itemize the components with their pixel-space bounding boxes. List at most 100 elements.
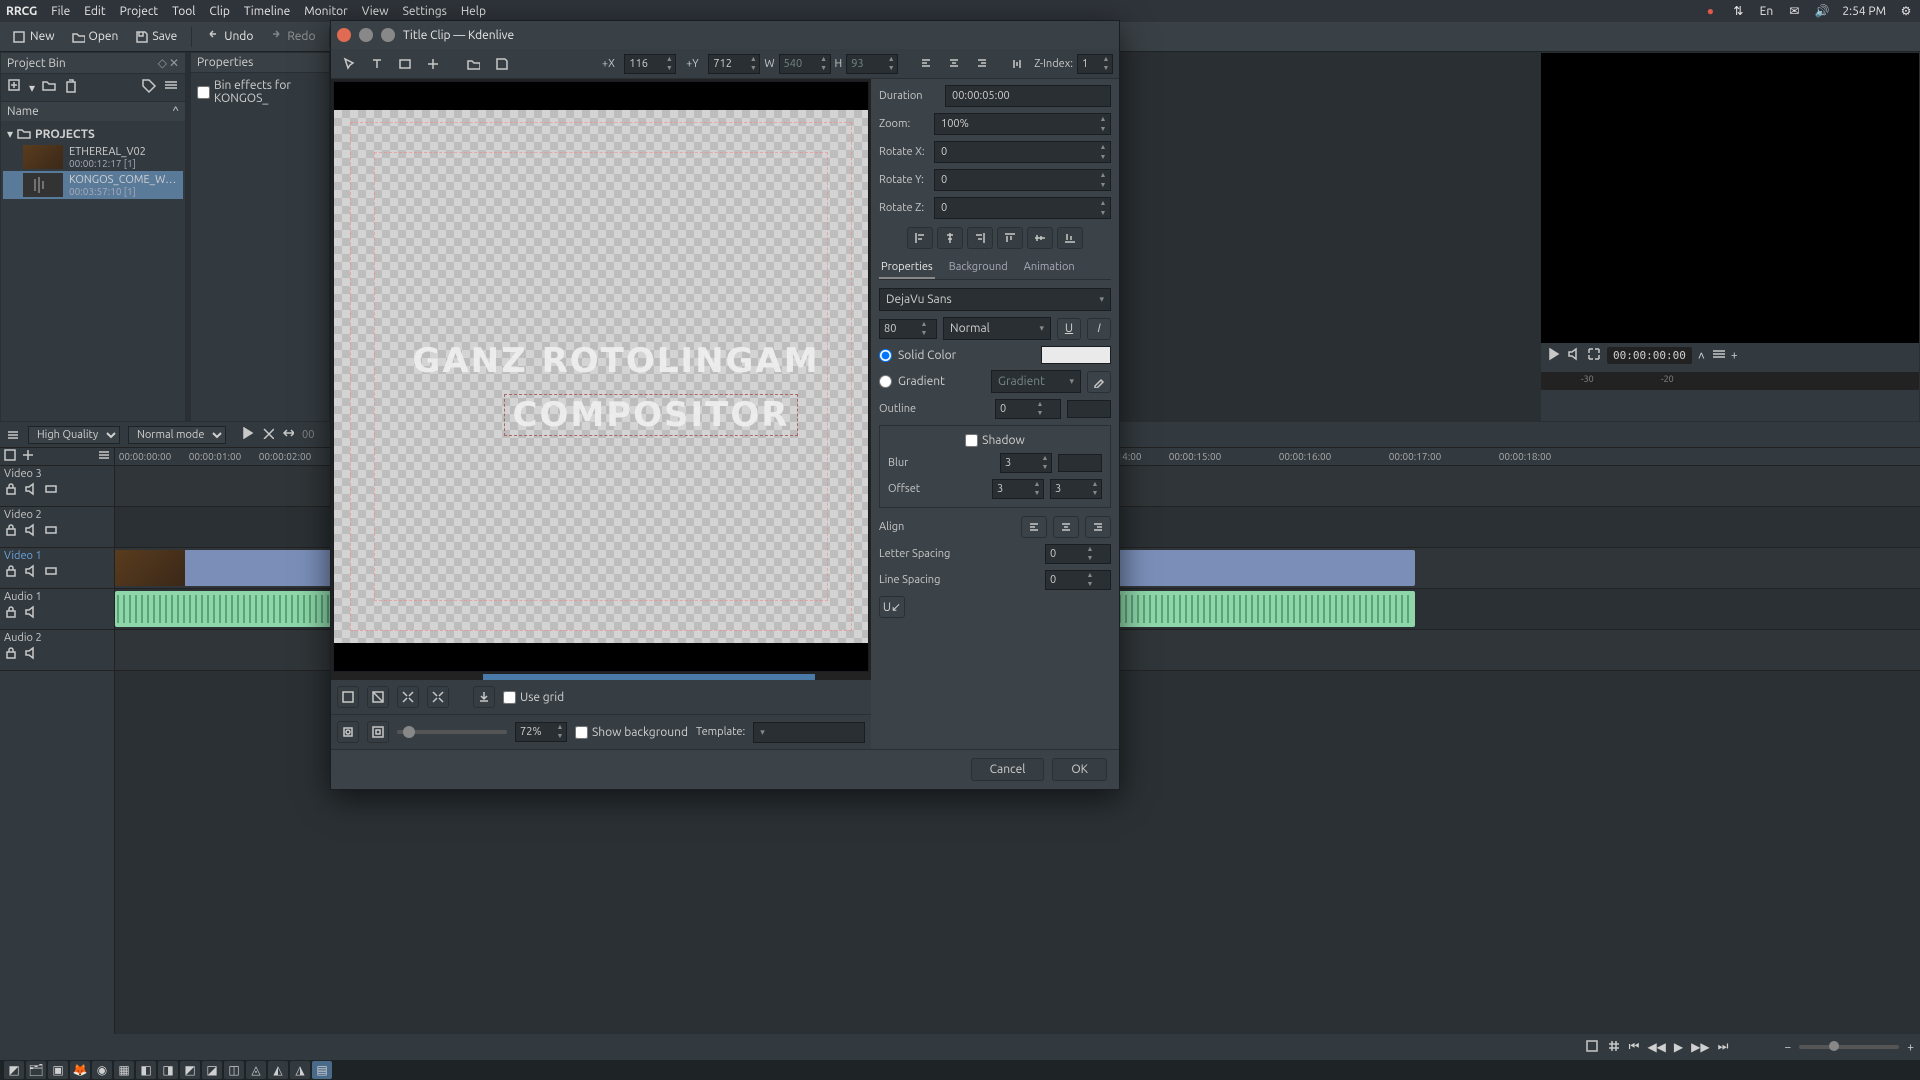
valign-icon[interactable] — [1006, 52, 1030, 76]
stream-icon[interactable] — [98, 449, 110, 464]
maximize-icon[interactable] — [381, 28, 395, 42]
font-size-spinner[interactable]: ▲▼ — [879, 319, 937, 339]
fit-icon[interactable] — [1585, 1039, 1599, 1056]
add-dropdown-icon[interactable]: ▾ — [29, 81, 35, 95]
text-tool-icon[interactable] — [365, 52, 389, 76]
align-hcenter-icon[interactable] — [937, 227, 963, 249]
track-header-audio1[interactable]: Audio 1 — [0, 589, 114, 630]
new-button[interactable]: New — [6, 28, 61, 46]
plus-y-button[interactable]: +Y — [680, 52, 704, 76]
menu-icon[interactable] — [1711, 347, 1725, 364]
use-grid-input[interactable] — [503, 691, 516, 704]
bin-item-ethereal[interactable]: ETHEREAL_V02 00:00:12:17 [1] — [3, 143, 183, 171]
menu-timeline[interactable]: Timeline — [244, 5, 290, 18]
select-grow-icon[interactable] — [427, 686, 449, 708]
text-align-center-icon[interactable] — [1053, 516, 1079, 538]
use-grid-checkbox[interactable]: Use grid — [503, 691, 564, 704]
tab-animation[interactable]: Animation — [1022, 257, 1077, 279]
folder-projects[interactable]: ▾ PROJECTS — [3, 125, 183, 143]
title-text-line2[interactable]: COMPOSITOR — [504, 394, 798, 436]
menu-icon[interactable] — [163, 78, 179, 97]
line-spacing-spinner[interactable]: ▲▼ — [1045, 570, 1111, 590]
download-icon[interactable] — [473, 686, 495, 708]
w-spinner[interactable]: ▲▼ — [779, 54, 831, 74]
settings-icon[interactable] — [6, 428, 20, 442]
line-spacing-input[interactable] — [1046, 574, 1084, 586]
font-weight-select[interactable]: Normal — [943, 317, 1051, 340]
dialog-titlebar[interactable]: Title Clip — Kdenlive — [331, 21, 1119, 49]
fullscreen-icon[interactable] — [1587, 347, 1601, 364]
grid-icon[interactable] — [1607, 1039, 1621, 1056]
mute-icon[interactable] — [24, 482, 38, 496]
underline-button[interactable]: U — [1057, 318, 1081, 340]
taskbar-kdenlive[interactable]: ▤ — [312, 1061, 332, 1079]
letter-spacing-spinner[interactable]: ▲▼ — [1045, 544, 1111, 564]
font-family-select[interactable]: DejaVu Sans — [879, 288, 1111, 311]
taskbar-app13[interactable]: ◭ — [268, 1061, 288, 1079]
open-icon[interactable] — [461, 52, 485, 76]
align-right-edge-icon[interactable] — [967, 227, 993, 249]
gradient-radio[interactable]: Gradient Gradient — [879, 370, 1111, 393]
taskbar-firefox[interactable]: 🦊 — [70, 1061, 90, 1079]
monitor-ruler[interactable]: -30 -20 — [1541, 372, 1919, 390]
open-button[interactable]: Open — [65, 28, 125, 46]
lock-icon[interactable] — [4, 564, 18, 578]
mail-icon[interactable]: ✉ — [1786, 3, 1802, 19]
lock-icon[interactable] — [4, 605, 18, 619]
text-align-left-icon[interactable] — [1021, 516, 1047, 538]
w-input[interactable] — [780, 58, 818, 70]
play-icon[interactable] — [1547, 347, 1561, 364]
taskbar-app5[interactable]: ◉ — [92, 1061, 112, 1079]
track-header-video3[interactable]: Video 3 — [0, 466, 114, 507]
taskbar-app6[interactable]: ▦ — [114, 1061, 134, 1079]
track-header-audio2[interactable]: Audio 2 — [0, 630, 114, 671]
tc-field[interactable]: 00 — [302, 429, 314, 441]
add-clip-icon[interactable] — [7, 78, 23, 97]
select-tool-icon[interactable] — [337, 52, 361, 76]
zindex-spinner[interactable]: ▲▼ — [1077, 54, 1113, 74]
canvas-scrubber[interactable] — [333, 674, 869, 680]
duration-input[interactable] — [946, 90, 1110, 102]
taskbar-app8[interactable]: ◨ — [158, 1061, 178, 1079]
show-bg-input[interactable] — [575, 726, 588, 739]
rotate-x-field[interactable]: ▲▼ — [934, 141, 1111, 163]
h-spinner[interactable]: ▲▼ — [846, 54, 898, 74]
split-icon[interactable] — [22, 449, 34, 464]
lock-icon[interactable] — [4, 482, 18, 496]
av-icon[interactable] — [4, 449, 16, 464]
duration-field[interactable] — [945, 85, 1111, 107]
menu-project[interactable]: Project — [120, 5, 159, 18]
ellipse-tool-icon[interactable] — [421, 52, 445, 76]
add-folder-icon[interactable] — [41, 78, 57, 97]
solid-color-swatch[interactable] — [1041, 346, 1111, 364]
zindex-input[interactable] — [1078, 58, 1100, 70]
razor-icon[interactable] — [262, 427, 274, 442]
title-text-line1[interactable]: GANZ ROTOLINGAM — [384, 341, 848, 381]
taskbar-app11[interactable]: ◫ — [224, 1061, 244, 1079]
x-input[interactable] — [625, 58, 663, 70]
mute-icon[interactable] — [24, 646, 38, 660]
fit-icon[interactable] — [337, 721, 359, 743]
next-icon[interactable]: ⏭ — [1718, 1040, 1729, 1054]
zoom-in-icon[interactable]: + — [1907, 1041, 1914, 1054]
typewriter-icon[interactable]: U↙ — [879, 596, 905, 618]
volume-icon[interactable]: 🔊 — [1814, 3, 1830, 19]
x-spinner[interactable]: ▲▼ — [624, 54, 676, 74]
title-canvas[interactable]: GANZ ROTOLINGAM COMPOSITOR — [333, 81, 869, 672]
select-all-icon[interactable] — [337, 686, 359, 708]
italic-button[interactable]: I — [1087, 318, 1111, 340]
volume-icon[interactable] — [1567, 347, 1581, 364]
rotate-z-field[interactable]: ▲▼ — [934, 197, 1111, 219]
bin-effects-input[interactable] — [197, 86, 210, 99]
align-top-edge-icon[interactable] — [997, 227, 1023, 249]
menu-settings[interactable]: Settings — [403, 5, 447, 18]
align-vcenter-icon[interactable] — [1027, 227, 1053, 249]
shadow-checkbox[interactable]: Shadow — [888, 434, 1102, 447]
edit-gradient-icon[interactable] — [1087, 371, 1111, 393]
align-center-icon[interactable] — [942, 52, 966, 76]
tag-icon[interactable] — [141, 78, 157, 97]
align-right-icon[interactable] — [970, 52, 994, 76]
outline-color-swatch[interactable] — [1067, 400, 1111, 418]
zoom-percent-input[interactable] — [516, 726, 554, 738]
shadow-input[interactable] — [965, 434, 978, 447]
